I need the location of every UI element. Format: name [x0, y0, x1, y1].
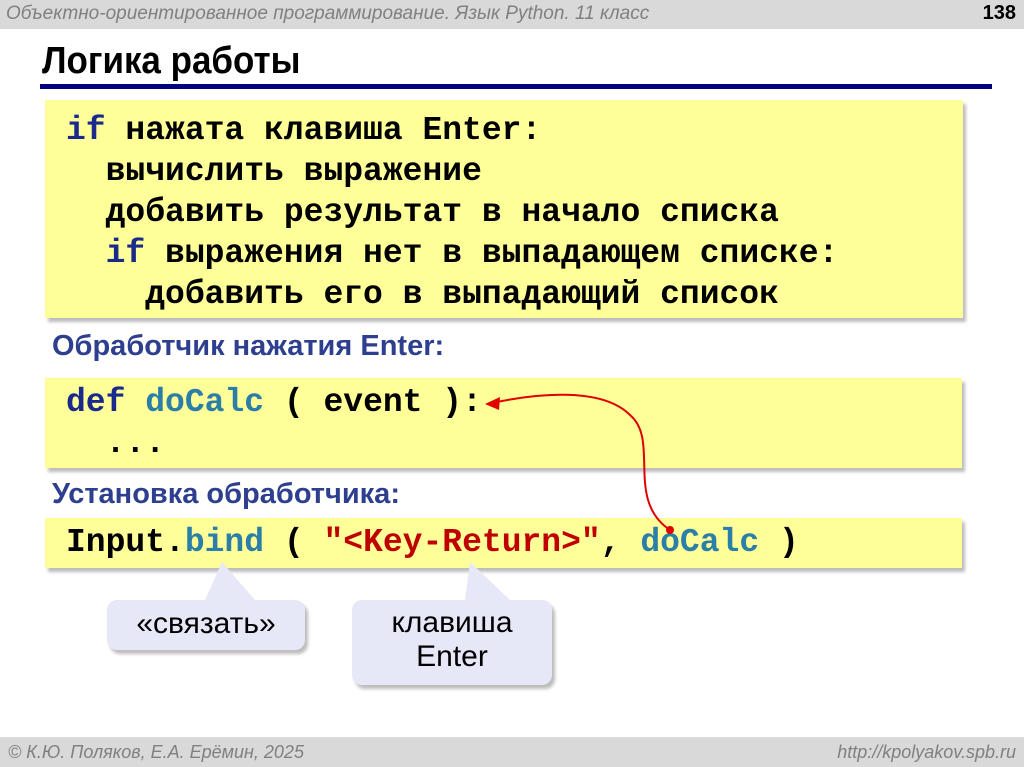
slide-footer: © К.Ю. Поляков, Е.А. Ерёмин, 2025 http:/…: [0, 737, 1024, 767]
arrowhead-icon: [485, 397, 500, 410]
callout-tail-bind: [205, 562, 255, 600]
callout-tail-key: [465, 562, 510, 600]
callout-key-enter: клавиша Enter: [352, 600, 552, 685]
footer-authors: © К.Ю. Поляков, Е.А. Ерёмин, 2025: [8, 742, 304, 762]
callout-bind: «связать»: [107, 600, 305, 650]
arrow-origin-dot: [666, 526, 674, 534]
footer-url[interactable]: http://kpolyakov.spb.ru: [837, 742, 1016, 763]
link-arrow: [491, 393, 671, 531]
callout-text: Enter: [416, 640, 488, 673]
callout-text: клавиша: [391, 606, 513, 639]
